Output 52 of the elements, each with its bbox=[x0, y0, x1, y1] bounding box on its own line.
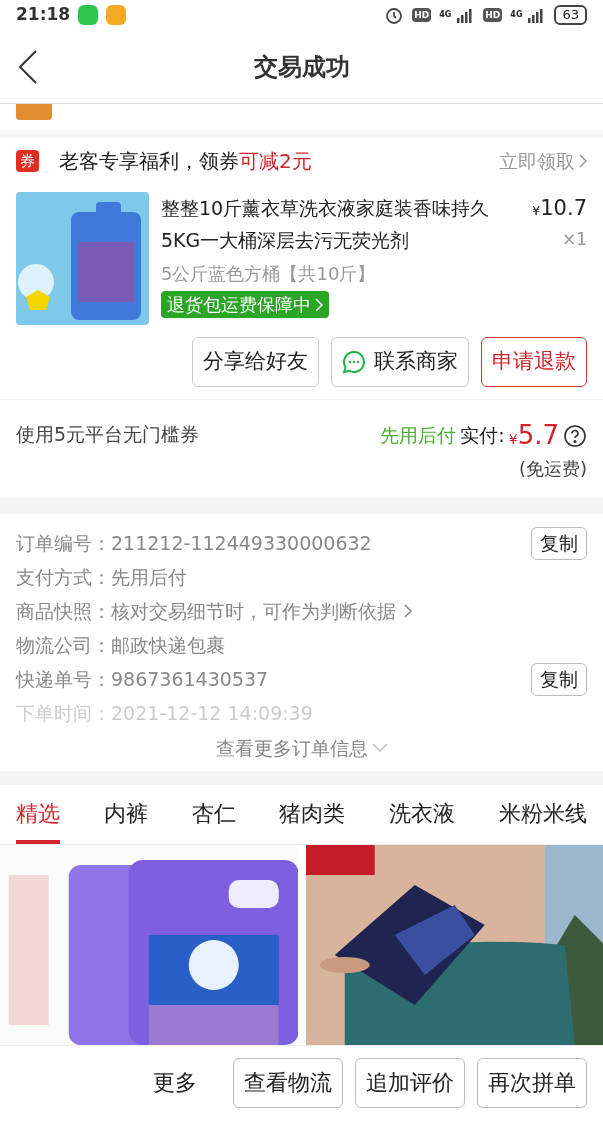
network-label: 4G bbox=[510, 9, 523, 21]
category-tab[interactable]: 猪肉类 bbox=[279, 784, 346, 844]
info-value: 9867361430537 bbox=[111, 666, 269, 692]
copy-button[interactable]: 复制 bbox=[531, 526, 587, 560]
product-title: 整整10斤薰衣草洗衣液家庭装香味持久5KG一大桶深层去污无荧光剂 bbox=[161, 196, 491, 253]
chevron-right-icon bbox=[404, 604, 412, 618]
product-price: ¥10.7 bbox=[531, 195, 587, 222]
category-tab[interactable]: 杏仁 bbox=[191, 784, 236, 844]
page-title: 交易成功 bbox=[253, 51, 350, 83]
info-label: 商品快照： bbox=[16, 598, 111, 624]
action-button[interactable]: 查看物流 bbox=[233, 1057, 343, 1108]
info-value: 邮政快递包裹 bbox=[111, 632, 225, 658]
store-logo bbox=[16, 104, 52, 120]
paid-label: 实付: bbox=[460, 423, 505, 449]
action-button[interactable]: 追加评价 bbox=[355, 1057, 465, 1108]
info-label: 快递单号： bbox=[16, 666, 111, 692]
status-time: 21:18 bbox=[16, 3, 71, 27]
info-value: 211212-112449330000632 bbox=[111, 530, 372, 556]
chevron-down-icon bbox=[371, 742, 388, 755]
help-icon[interactable] bbox=[563, 423, 587, 448]
shipping-note: (免运费) bbox=[518, 457, 587, 481]
coupon-badge: 券 bbox=[16, 149, 39, 173]
hd-badge: HD bbox=[412, 8, 432, 22]
chat-icon bbox=[342, 350, 366, 374]
alarm-icon bbox=[384, 5, 405, 25]
info-label: 订单编号： bbox=[16, 530, 111, 556]
refund-button[interactable]: 申请退款 bbox=[481, 337, 587, 387]
info-label: 物流公司： bbox=[16, 632, 111, 658]
more-info-link[interactable]: 查看更多订单信息 bbox=[215, 734, 388, 763]
paid-amount: ¥5.7 bbox=[508, 419, 559, 452]
contact-button[interactable]: 联系商家 bbox=[331, 337, 469, 387]
product-spec: 5公斤蓝色方桶【共10斤】 bbox=[161, 262, 377, 286]
category-tab[interactable]: 米粉米线 bbox=[499, 784, 587, 844]
coupon-note: 使用5元平台无门槛券 bbox=[16, 422, 200, 447]
battery-indicator: 63 bbox=[554, 5, 587, 25]
snapshot-link[interactable]: 核对交易细节时，可作为判断依据 bbox=[111, 596, 412, 626]
chevron-right-icon bbox=[579, 154, 587, 168]
info-label: 支付方式： bbox=[16, 564, 111, 590]
chevron-right-icon bbox=[315, 297, 323, 312]
payment-method: 先用后付 bbox=[380, 423, 457, 449]
category-tab[interactable]: 内裤 bbox=[103, 784, 148, 844]
hd-badge: HD bbox=[483, 8, 503, 22]
share-button[interactable]: 分享给好友 bbox=[192, 337, 319, 387]
network-label: 4G bbox=[439, 9, 452, 21]
category-tab[interactable]: 洗衣液 bbox=[389, 784, 456, 844]
back-icon[interactable] bbox=[18, 48, 38, 85]
more-link[interactable]: 更多 bbox=[153, 1066, 197, 1099]
action-button[interactable]: 再次拼单 bbox=[477, 1057, 587, 1108]
copy-button[interactable]: 复制 bbox=[531, 662, 587, 696]
coupon-text: 老客专享福利，领券可减2元 bbox=[59, 148, 312, 175]
info-value: 先用后付 bbox=[111, 564, 187, 590]
product-quantity: ×1 bbox=[561, 228, 587, 251]
